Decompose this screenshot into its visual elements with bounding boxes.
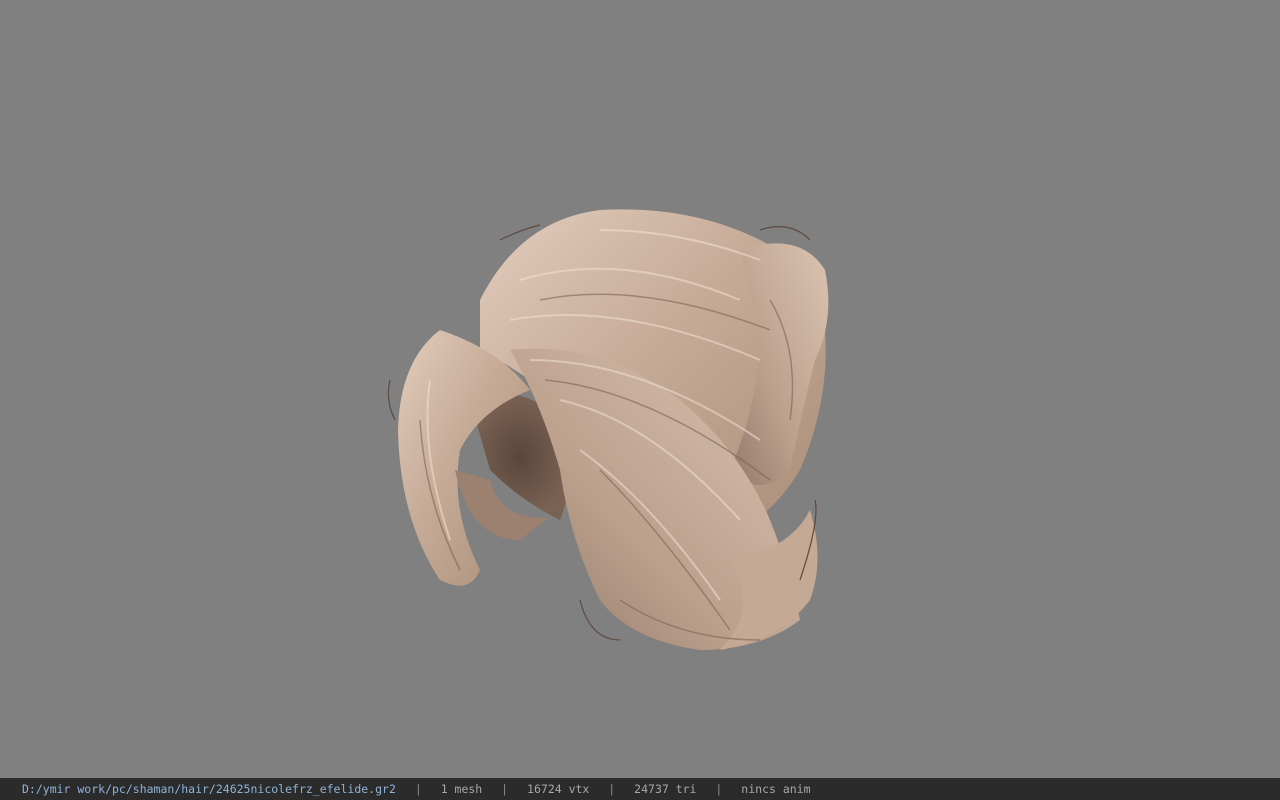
3d-viewport[interactable] <box>0 0 1280 778</box>
status-separator: | <box>501 782 509 796</box>
triangle-count: 24737 tri <box>634 782 697 796</box>
status-bar: D:/ymir work/pc/shaman/hair/24625nicolef… <box>0 778 1280 800</box>
animation-status: nincs anim <box>741 782 811 796</box>
vertex-count: 16724 vtx <box>527 782 590 796</box>
hair-model-render[interactable] <box>0 0 1280 778</box>
status-separator: | <box>414 782 422 796</box>
status-separator: | <box>608 782 616 796</box>
status-separator: | <box>715 782 723 796</box>
file-path: D:/ymir work/pc/shaman/hair/24625nicolef… <box>22 782 396 796</box>
mesh-count: 1 mesh <box>440 782 483 796</box>
